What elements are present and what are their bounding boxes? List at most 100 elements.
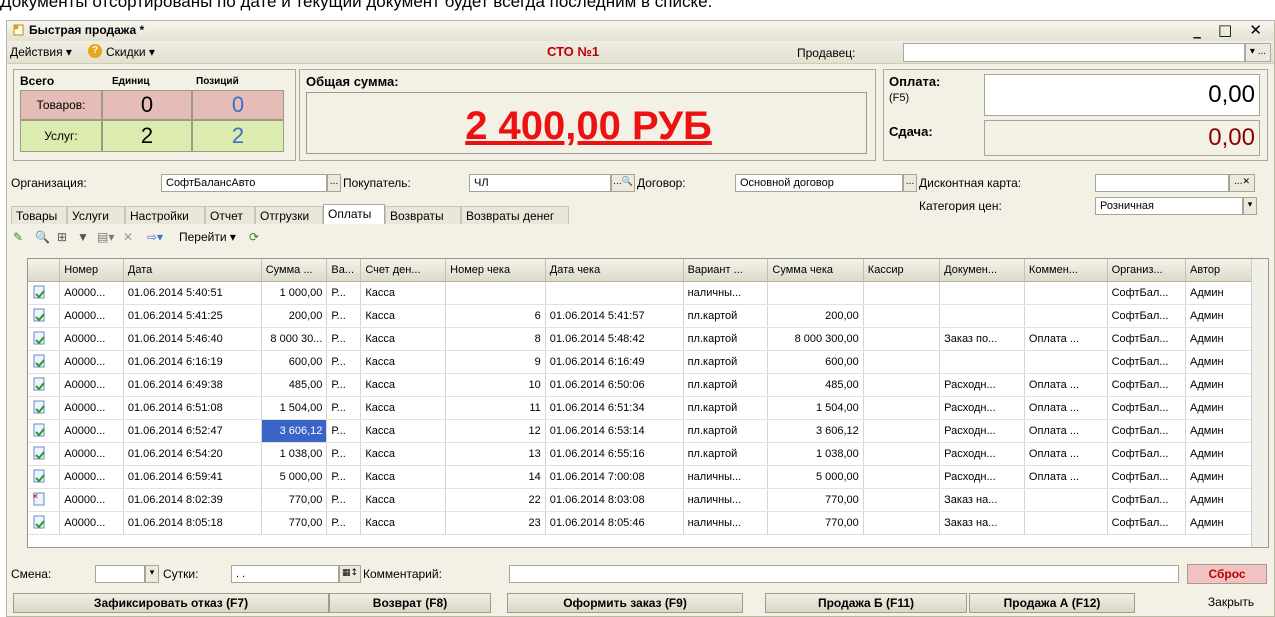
tab-3[interactable]: Отчет [205, 206, 255, 224]
table-cell[interactable]: СофтБал... [1107, 419, 1187, 443]
table-cell[interactable] [863, 373, 941, 397]
table-cell[interactable]: 8 [445, 327, 546, 351]
column-header[interactable]: Автор [1185, 259, 1254, 282]
column-header[interactable]: Коммен... [1024, 259, 1108, 282]
table-cell[interactable]: Админ [1185, 465, 1254, 489]
table-cell[interactable]: 01.06.2014 6:50:06 [545, 373, 684, 397]
table-cell[interactable]: 200,00 [261, 304, 328, 328]
table-cell[interactable]: 770,00 [767, 488, 864, 512]
table-cell[interactable]: 11 [445, 396, 546, 420]
table-cell[interactable] [863, 511, 941, 535]
column-header[interactable]: Докумен... [939, 259, 1025, 282]
table-cell[interactable] [863, 419, 941, 443]
table-cell[interactable]: 5 000,00 [261, 465, 328, 489]
table-cell[interactable]: 9 [445, 350, 546, 374]
payment-input[interactable]: 0,00 [984, 74, 1260, 116]
table-row[interactable]: A0000... 01.06.2014 6:49:38 485,00 Р... Касс… [28, 373, 1254, 397]
table-cell[interactable]: пл.картой [683, 419, 769, 443]
table-cell[interactable]: Админ [1185, 511, 1254, 535]
table-cell[interactable]: 01.06.2014 5:48:42 [545, 327, 684, 351]
table-cell[interactable]: 01.06.2014 8:05:46 [545, 511, 684, 535]
table-cell[interactable]: наличны... [683, 465, 769, 489]
table-cell[interactable] [939, 304, 1025, 328]
table-cell[interactable]: СофтБал... [1107, 304, 1187, 328]
table-cell[interactable]: Касса [360, 304, 447, 328]
buyer-search-button[interactable]: ...🔍 [611, 174, 635, 192]
column-header[interactable]: Сумма ... [261, 259, 328, 282]
table-cell[interactable]: пл.картой [683, 350, 769, 374]
table-cell[interactable] [1024, 511, 1108, 535]
table-cell[interactable]: наличны... [683, 281, 769, 305]
table-cell[interactable]: Расходн... [939, 465, 1025, 489]
table-cell[interactable]: 01.06.2014 6:52:47 [123, 419, 262, 443]
table-cell[interactable]: 01.06.2014 6:16:49 [545, 350, 684, 374]
sale-a-button[interactable]: Продажа А (F12) [969, 593, 1135, 613]
table-cell[interactable]: Р... [326, 350, 362, 374]
table-row[interactable]: A0000... 01.06.2014 6:54:20 1 038,00 Р... Ка… [28, 442, 1254, 466]
table-cell[interactable]: Админ [1185, 396, 1254, 420]
table-cell[interactable]: Заказ на... [939, 511, 1025, 535]
table-cell[interactable]: наличны... [683, 511, 769, 535]
table-cell[interactable]: A0000... [59, 442, 124, 466]
table-cell[interactable]: СофтБал... [1107, 373, 1187, 397]
table-cell[interactable]: 1 504,00 [767, 396, 864, 420]
table-cell[interactable]: 12 [445, 419, 546, 443]
organization-input[interactable]: СофтБалансАвто [161, 174, 327, 192]
close-button[interactable]: Закрыть [1195, 593, 1267, 613]
table-row[interactable]: A0000... 01.06.2014 6:52:47 3 606,12 Р... Ка… [28, 419, 1254, 443]
table-cell[interactable]: пл.картой [683, 396, 769, 420]
table-row[interactable]: A0000... 01.06.2014 8:05:18 770,00 Р... Касс… [28, 511, 1254, 535]
table-cell[interactable] [863, 396, 941, 420]
table-cell[interactable]: Админ [1185, 350, 1254, 374]
table-row[interactable]: A0000... 01.06.2014 5:40:51 1 000,00 Р... Ка… [28, 281, 1254, 305]
table-cell[interactable]: A0000... [59, 281, 124, 305]
table-cell[interactable]: A0000... [59, 304, 124, 328]
table-cell[interactable]: 14 [445, 465, 546, 489]
return-button[interactable]: Возврат (F8) [329, 593, 491, 613]
edit-icon[interactable]: ✎ [13, 230, 23, 244]
refresh-icon[interactable]: ⟳ [249, 230, 259, 244]
table-row[interactable]: A0000... 01.06.2014 6:59:41 5 000,00 Р... Ка… [28, 465, 1254, 489]
table-cell[interactable]: Касса [360, 419, 447, 443]
table-cell[interactable]: Админ [1185, 281, 1254, 305]
table-cell[interactable]: СофтБал... [1107, 442, 1187, 466]
table-cell[interactable]: 01.06.2014 6:51:08 [123, 396, 262, 420]
table-cell[interactable]: Касса [360, 442, 447, 466]
vertical-scrollbar[interactable] [1251, 259, 1268, 547]
table-cell[interactable]: Оплата ... [1024, 396, 1108, 420]
filter-set-icon[interactable]: ▼ [77, 230, 89, 244]
table-cell[interactable] [545, 281, 684, 305]
table-cell[interactable]: A0000... [59, 396, 124, 420]
table-cell[interactable]: 01.06.2014 6:59:41 [123, 465, 262, 489]
table-cell[interactable]: 01.06.2014 6:53:14 [545, 419, 684, 443]
table-cell[interactable]: A0000... [59, 465, 124, 489]
reset-button[interactable]: Сброс [1187, 564, 1267, 584]
table-cell[interactable]: Оплата ... [1024, 442, 1108, 466]
column-header[interactable]: Дата чека [545, 259, 684, 282]
table-cell[interactable]: 1 038,00 [261, 442, 328, 466]
table-cell[interactable] [767, 281, 864, 305]
filter-icon[interactable]: ⊞ [57, 230, 67, 244]
table-cell[interactable]: 13 [445, 442, 546, 466]
days-input[interactable]: . . [231, 565, 339, 583]
shift-select[interactable] [95, 565, 145, 583]
table-cell[interactable]: 01.06.2014 6:49:38 [123, 373, 262, 397]
table-cell[interactable]: A0000... [59, 419, 124, 443]
table-cell[interactable]: 10 [445, 373, 546, 397]
column-header[interactable]: Счет ден... [360, 259, 447, 282]
column-header[interactable]: Ва... [326, 259, 362, 282]
table-cell[interactable]: Р... [326, 396, 362, 420]
table-row[interactable]: A0000... 01.06.2014 6:16:19 600,00 Р... Касс… [28, 350, 1254, 374]
table-cell[interactable]: 01.06.2014 6:54:20 [123, 442, 262, 466]
table-cell[interactable]: Админ [1185, 419, 1254, 443]
tab-4[interactable]: Отгрузки [255, 206, 323, 224]
calendar-icon[interactable]: ▦↕ [339, 565, 361, 583]
table-cell[interactable]: 770,00 [767, 511, 864, 535]
table-cell[interactable]: Касса [360, 488, 447, 512]
organization-select-button[interactable]: ... [327, 174, 341, 192]
table-cell[interactable]: СофтБал... [1107, 396, 1187, 420]
contract-input[interactable]: Основной договор [735, 174, 903, 192]
table-cell[interactable]: Расходн... [939, 419, 1025, 443]
table-cell[interactable] [863, 488, 941, 512]
table-cell[interactable]: 5 000,00 [767, 465, 864, 489]
